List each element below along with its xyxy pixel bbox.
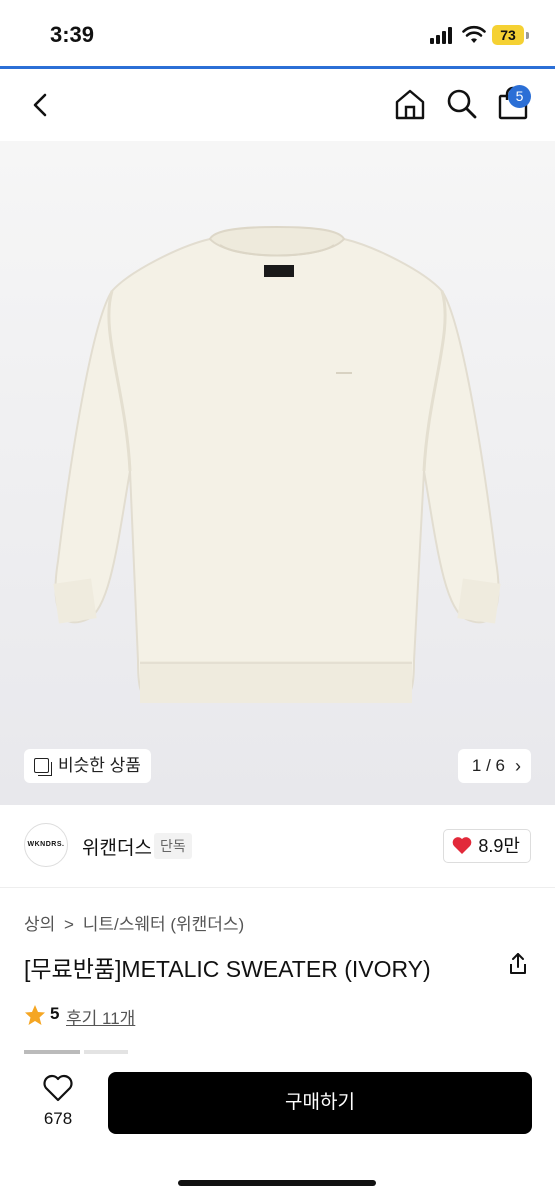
rating-score: 5 <box>50 1004 60 1023</box>
brand-like-button[interactable]: 8.9만 <box>443 829 531 863</box>
battery-tip <box>526 32 529 39</box>
similar-items-icon-back <box>38 762 52 776</box>
bottom-action-bar: 678 구매하기 <box>0 1056 555 1200</box>
breadcrumb-separator: > <box>64 915 74 934</box>
product-image-carousel[interactable]: 비슷한 상품 1 / 6 › <box>0 141 555 805</box>
buy-button[interactable]: 구매하기 <box>108 1072 532 1134</box>
back-arrow-icon[interactable] <box>26 89 56 121</box>
breadcrumb-level1[interactable]: 상의 <box>24 915 55 934</box>
home-icon[interactable] <box>393 87 427 121</box>
breadcrumb-level2[interactable]: 니트/스웨터 (위캔더스) <box>83 915 245 934</box>
brand-row[interactable]: WKNDRS. 위캔더스 단독 8.9만 <box>0 805 555 888</box>
image-pager-label: 1 / 6 <box>471 756 505 775</box>
wishlist-count: 678 <box>43 1109 73 1128</box>
breadcrumb: 상의 > 니트/스웨터 (위캔더스) <box>24 910 248 935</box>
nav-bar <box>0 69 555 141</box>
cart-count-badge: 5 <box>508 85 531 108</box>
exclusive-tag: 단독 <box>154 833 192 859</box>
brand-like-count: 8.9만 <box>478 836 520 856</box>
tab-indicator <box>84 1050 128 1054</box>
heart-icon <box>453 837 472 854</box>
brand-logo[interactable]: WKNDRS. <box>24 823 68 867</box>
share-icon[interactable] <box>507 952 529 976</box>
image-pager[interactable]: 1 / 6 › <box>457 749 531 783</box>
cellular-signal-icon <box>430 26 456 44</box>
product-sweater-image <box>0 141 555 805</box>
wishlist-button[interactable]: 678 <box>36 1074 80 1129</box>
status-bar: 3:39 73 <box>0 0 555 66</box>
product-title: [무료반품]METALIC SWEATER (IVORY) <box>24 956 431 982</box>
wifi-icon <box>462 25 486 43</box>
brand-name[interactable]: 위캔더스 <box>82 833 152 860</box>
wishlist-heart-icon <box>43 1074 73 1102</box>
search-icon[interactable] <box>445 87 479 121</box>
tab-indicator-active <box>24 1050 80 1054</box>
battery-indicator: 73 <box>492 25 524 45</box>
similar-products-button[interactable]: 비슷한 상품 <box>24 749 151 783</box>
home-indicator <box>178 1180 376 1186</box>
chevron-right-icon: › <box>515 756 521 776</box>
similar-products-label: 비슷한 상품 <box>58 756 141 775</box>
status-time: 3:39 <box>50 22 95 47</box>
reviews-link[interactable]: 후기 11개 <box>66 1004 135 1029</box>
star-icon <box>25 1005 45 1025</box>
